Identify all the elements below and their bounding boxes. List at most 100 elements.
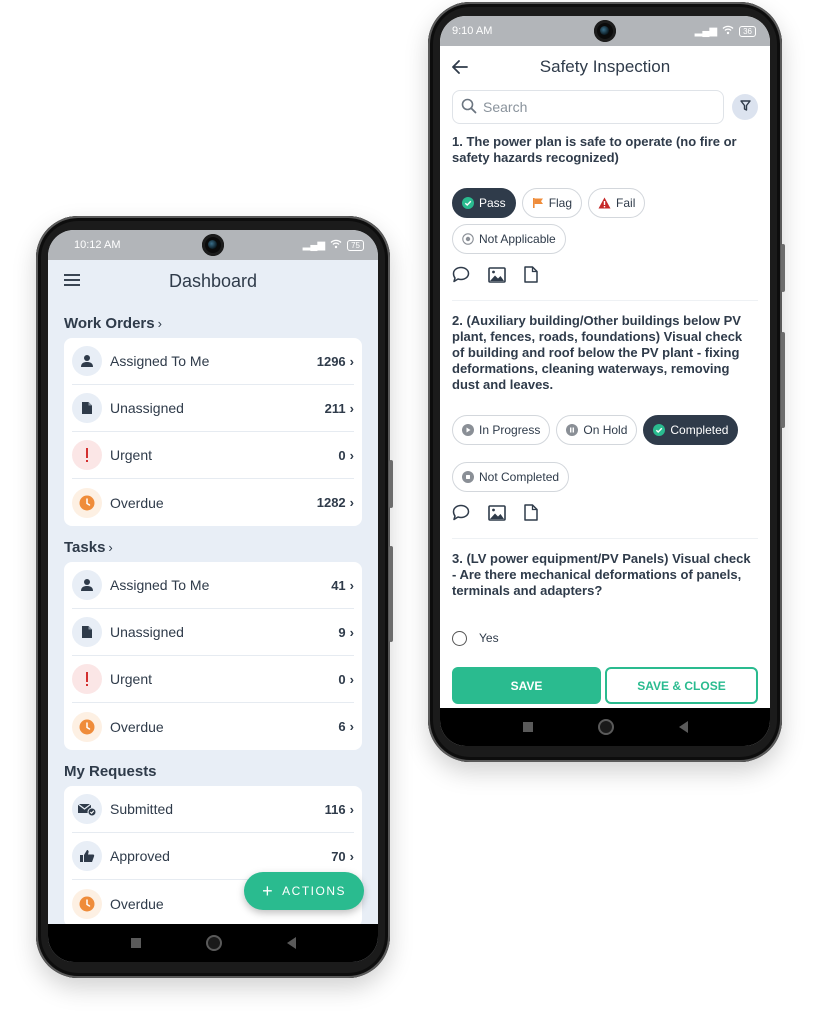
item-count: 41 [331, 577, 346, 593]
search-row: Search [440, 88, 770, 126]
item-count: 1282 [316, 495, 346, 510]
action-buttons: SAVE SAVE & CLOSE [452, 667, 758, 704]
person-icon [72, 346, 102, 376]
chevron-right-icon: › [108, 539, 113, 555]
chevron-right-icon: › [349, 848, 354, 864]
item-count: 0 [338, 671, 346, 687]
option-label: Completed [670, 423, 729, 437]
item-label: Assigned To Me [110, 353, 210, 369]
home-button[interactable] [597, 719, 614, 735]
list-item-submitted[interactable]: Submitted 116 › [72, 786, 354, 833]
search-icon [461, 98, 477, 117]
save-button[interactable]: SAVE [452, 667, 601, 704]
file-icon[interactable] [524, 504, 538, 526]
section-title-work-orders[interactable]: Work Orders › [48, 308, 378, 338]
radio-button[interactable] [452, 630, 467, 646]
option-pass[interactable]: Pass [452, 188, 516, 218]
option-flag[interactable]: Flag [521, 188, 583, 218]
volume-button [781, 244, 785, 292]
list-item-urgent[interactable]: Urgent 0 › [72, 656, 354, 703]
fab-label: ACTIONS [282, 884, 346, 898]
section-title-my-requests: My Requests [48, 756, 378, 786]
option-not-applicable[interactable]: Not Applicable [452, 224, 566, 254]
item-count: 1296 [316, 353, 346, 369]
status-bar: 10:12 AM ▂▄▆ 75 [48, 230, 378, 260]
option-not-completed[interactable]: Not Completed [452, 462, 570, 492]
question-item: 1. The power plan is safe to operate (no… [440, 134, 770, 290]
search-input[interactable]: Search [452, 90, 724, 124]
item-count: 0 [338, 447, 346, 463]
chevron-right-icon: › [349, 495, 354, 510]
recents-button[interactable] [130, 938, 141, 948]
mail-check-icon [72, 794, 102, 824]
list-item-assigned-to-me[interactable]: Assigned To Me 1296 › [72, 338, 354, 385]
item-label: Approved [110, 848, 170, 864]
list-item-urgent[interactable]: Urgent 0 › [72, 432, 354, 479]
back-arrow-icon[interactable] [452, 59, 468, 79]
person-icon [72, 570, 102, 600]
option-label: On Hold [583, 423, 628, 437]
list-item-unassigned[interactable]: Unassigned 9 › [72, 609, 354, 656]
search-placeholder: Search [483, 99, 528, 115]
system-icons: ▂▄▆ 36 [695, 25, 756, 38]
status-time: 9:10 AM [452, 25, 493, 37]
check-circle-icon [462, 197, 474, 209]
section-title-tasks[interactable]: Tasks › [48, 532, 378, 562]
hamburger-icon[interactable] [64, 274, 80, 286]
signal-icon: ▂▄▆ [694, 25, 718, 37]
section-title-text: My Requests [64, 762, 157, 780]
question-text: 2. (Auxiliary building/Other buildings b… [452, 313, 743, 392]
image-icon[interactable] [488, 504, 506, 526]
divider [452, 300, 758, 301]
warning-icon [598, 197, 611, 209]
play-circle-icon [462, 424, 474, 436]
answer-options: In Progress On Hold Completed Not Completed [440, 415, 770, 492]
back-nav-button[interactable] [678, 721, 688, 733]
camera-icon [594, 20, 616, 42]
battery-icon: 75 [347, 239, 364, 251]
option-completed[interactable]: Completed [643, 415, 739, 445]
item-label: Unassigned [110, 624, 184, 640]
option-label: Not Applicable [479, 232, 556, 246]
item-count: 211 [324, 400, 346, 416]
document-icon [72, 617, 102, 647]
comment-icon[interactable] [452, 266, 470, 288]
list-item-overdue[interactable]: Overdue 6 › [72, 703, 354, 750]
clock-icon [72, 711, 102, 742]
android-nav-bar [440, 708, 770, 746]
divider [452, 538, 758, 539]
list-item-unassigned[interactable]: Unassigned 211 › [72, 385, 354, 432]
back-nav-button[interactable] [286, 937, 296, 949]
home-button[interactable] [205, 935, 222, 951]
save-and-close-button[interactable]: SAVE & CLOSE [605, 667, 758, 704]
radio-option-yes[interactable]: Yes [440, 623, 770, 653]
list-item-assigned-to-me[interactable]: Assigned To Me 41 › [72, 562, 354, 609]
comment-icon[interactable] [452, 504, 470, 526]
option-fail[interactable]: Fail [588, 188, 646, 218]
option-label: Pass [479, 196, 506, 210]
chevron-right-icon: › [349, 719, 354, 734]
page-title: Safety Inspection [539, 57, 671, 76]
option-in-progress[interactable]: In Progress [452, 415, 551, 445]
list-item-overdue[interactable]: Overdue 1282 › [72, 479, 354, 526]
exclamation-icon [72, 664, 102, 694]
chevron-right-icon: › [349, 447, 354, 463]
signal-icon: ▂▄▆ [302, 239, 326, 251]
pause-circle-icon [566, 424, 579, 436]
option-on-hold[interactable]: On Hold [556, 415, 638, 445]
item-label: Overdue [110, 718, 164, 735]
image-icon[interactable] [488, 266, 506, 288]
item-count: 116 [324, 801, 346, 817]
dashboard-phone: 10:12 AM ▂▄▆ 75 Dashboard Work Orders › As… [36, 216, 393, 978]
app-header: Safety Inspection [440, 46, 770, 88]
section-title-text: Work Orders [64, 314, 155, 332]
filter-button[interactable] [732, 94, 758, 120]
question-text: 1. The power plan is safe to operate (no… [452, 134, 737, 165]
volume-button [389, 460, 393, 508]
plus-icon: + [262, 881, 275, 901]
file-icon[interactable] [524, 266, 538, 288]
recents-button[interactable] [522, 722, 533, 732]
actions-fab-button[interactable]: + ACTIONS [244, 872, 364, 910]
dashboard-screen: 10:12 AM ▂▄▆ 75 Dashboard Work Orders › As… [48, 230, 378, 962]
chevron-right-icon: › [349, 671, 354, 687]
